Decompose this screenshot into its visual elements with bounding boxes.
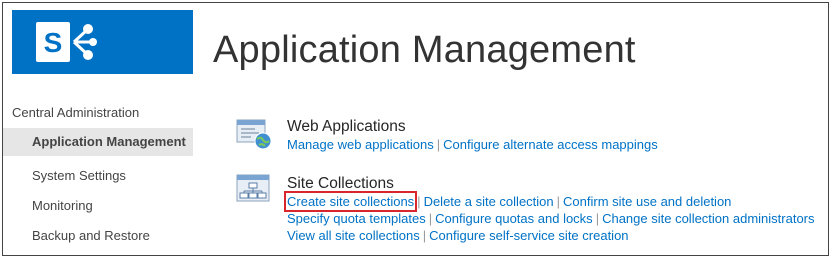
delete-site-collection-link[interactable]: Delete a site collection bbox=[424, 194, 554, 209]
sharepoint-logo[interactable]: S bbox=[12, 10, 193, 74]
site-collections-links-row-2: Specify quota templates | Configure quotas… bbox=[287, 210, 828, 227]
nav-item-system-settings[interactable]: System Settings bbox=[3, 164, 193, 188]
web-applications-title[interactable]: Web Applications bbox=[287, 118, 828, 136]
nav-item-application-management[interactable]: Application Management bbox=[3, 128, 193, 156]
web-applications-links: Manage web applications | Configure altern… bbox=[287, 136, 828, 153]
link-separator: | bbox=[436, 137, 441, 152]
page-title: Application Management bbox=[213, 29, 636, 71]
nav-central-administration[interactable]: Central Administration bbox=[3, 104, 193, 122]
link-separator: | bbox=[556, 194, 561, 209]
configure-alternate-access-mappings-link[interactable]: Configure alternate access mappings bbox=[443, 137, 658, 152]
svg-text:S: S bbox=[44, 27, 63, 58]
web-applications-icon bbox=[236, 119, 272, 150]
site-collections-links-row-1: Create site collections | Delete a site co… bbox=[283, 191, 828, 212]
sharepoint-logo-icon: S bbox=[36, 22, 97, 62]
nav-item-backup-and-restore[interactable]: Backup and Restore bbox=[3, 224, 193, 248]
specify-quota-templates-link[interactable]: Specify quota templates bbox=[287, 211, 426, 226]
nav-item-monitoring[interactable]: Monitoring bbox=[3, 194, 193, 218]
link-separator: | bbox=[428, 211, 433, 226]
change-site-collection-administrators-link[interactable]: Change site collection administrators bbox=[602, 211, 814, 226]
link-separator: | bbox=[422, 228, 427, 243]
manage-web-applications-link[interactable]: Manage web applications bbox=[287, 137, 434, 152]
link-separator: | bbox=[595, 211, 600, 226]
site-collections-icon bbox=[236, 174, 270, 202]
confirm-site-use-and-deletion-link[interactable]: Confirm site use and deletion bbox=[563, 194, 731, 209]
create-site-collections-link[interactable]: Create site collections bbox=[283, 191, 418, 212]
configure-self-service-site-creation-link[interactable]: Configure self-service site creation bbox=[429, 228, 628, 243]
configure-quotas-and-locks-link[interactable]: Configure quotas and locks bbox=[435, 211, 593, 226]
site-collections-links-row-3: View all site collections | Configure self… bbox=[287, 227, 828, 244]
site-collections-title[interactable]: Site Collections bbox=[287, 175, 828, 193]
central-admin-window: S Application Management Central Adminis… bbox=[2, 2, 829, 256]
link-separator: | bbox=[417, 194, 421, 209]
view-all-site-collections-link[interactable]: View all site collections bbox=[287, 228, 420, 243]
left-navigation: Central Administration Application Manag… bbox=[3, 104, 193, 254]
